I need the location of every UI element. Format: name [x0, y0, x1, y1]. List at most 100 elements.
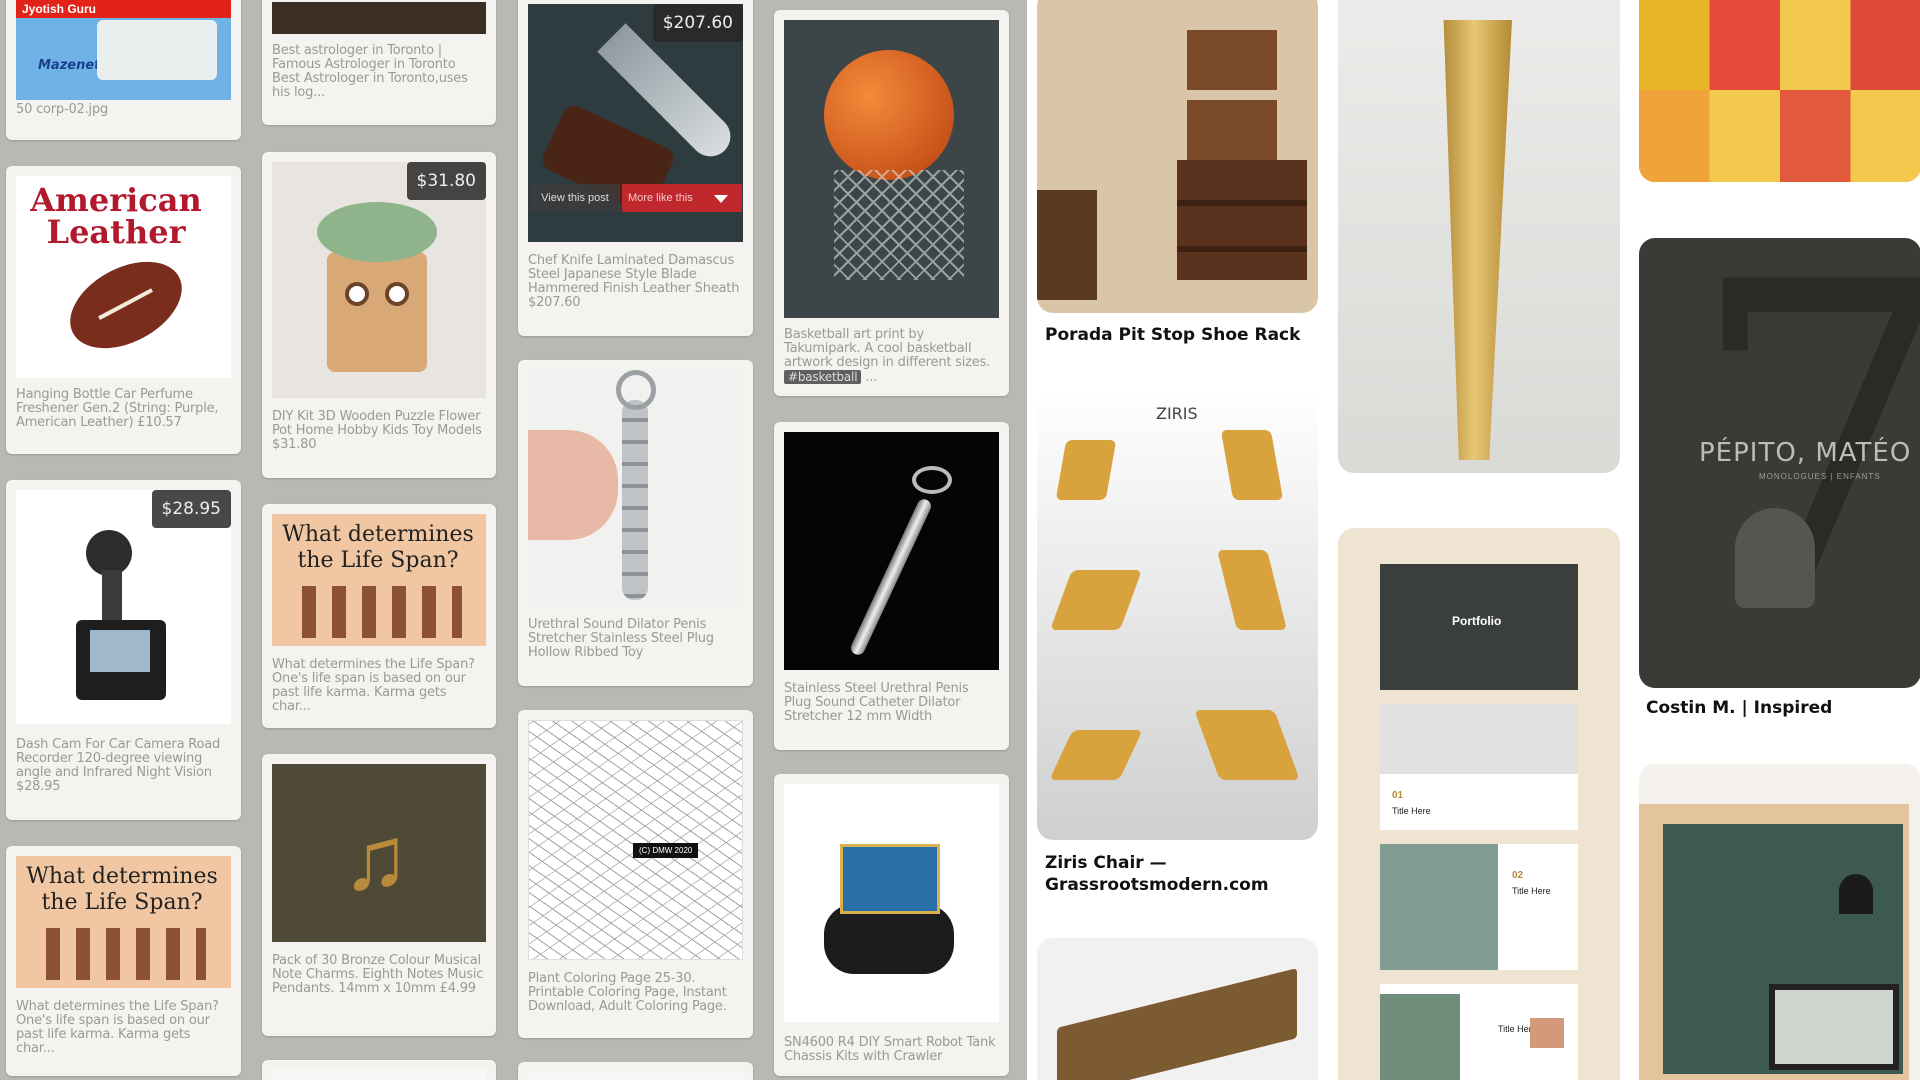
evolution-silhouettes — [46, 928, 206, 980]
pin-image — [784, 432, 999, 670]
pin-card[interactable]: Urethral Sound Dilator Penis Stretcher S… — [518, 360, 753, 686]
lamp-icon — [1839, 874, 1873, 914]
pin-image — [272, 1070, 486, 1080]
steel-rod-icon — [622, 400, 648, 600]
banner: Jyotish Guru — [16, 0, 231, 18]
laptop-icon — [1769, 984, 1899, 1070]
pin-card[interactable]: $31.80 DIY Kit 3D Wooden Puzzle Flower P… — [262, 152, 496, 478]
pin-image — [272, 2, 486, 34]
portfolio-slide: Portfolio — [1380, 564, 1578, 690]
pin-image — [528, 370, 743, 606]
chair-shape — [1037, 190, 1097, 300]
shoe-rack — [1177, 160, 1307, 280]
pin-image: Jyotish Guru Mazenet — [16, 0, 231, 100]
right-pin-board: Porada Pit Stop Shoe Rack ZIRIS Ziris Ch… — [1027, 0, 1920, 1080]
pin-card[interactable]: Best astrologer in Toronto | Famous Astr… — [262, 0, 496, 125]
more-like-this-button[interactable]: More like this — [622, 184, 742, 212]
pin-image: (C) DMW 2020 — [528, 720, 743, 960]
football-icon — [55, 244, 197, 366]
pin-title: Ziris Chair — Grassrootsmodern.com — [1045, 853, 1269, 895]
ziris-brand: ZIRIS — [1156, 404, 1198, 423]
slide-title: Title Here — [1512, 886, 1551, 896]
lifespan-title: What determines the Life Span? — [282, 522, 474, 573]
poster-subtitle: MONOLOGUES | ENFANTS — [1759, 472, 1881, 481]
pin-caption: 50 corp-02.jpg — [16, 102, 109, 117]
portrait-grid-row2 — [1639, 90, 1920, 182]
wall-shelf — [1187, 100, 1277, 160]
mazenet-logo: Mazenet — [38, 58, 101, 73]
pin-caption: Stainless Steel Urethral Penis Plug Soun… — [784, 681, 969, 724]
pin-card[interactable]: What determines the Life Span? What dete… — [262, 504, 496, 728]
pin-image — [784, 784, 999, 1022]
portfolio-slide: 01 Title Here — [1380, 704, 1578, 830]
pin-image[interactable] — [1037, 938, 1318, 1080]
ring-icon — [912, 466, 952, 494]
succulents — [317, 202, 437, 262]
chair-icon — [1055, 440, 1117, 500]
illustration — [97, 20, 217, 80]
pin-card[interactable]: $28.95 Dash Cam For Car Camera Road Reco… — [6, 480, 241, 820]
pin-caption: Plant Coloring Page 25-30. Printable Col… — [528, 971, 727, 1014]
robot-tank-icon — [824, 904, 954, 974]
pin-caption: Dash Cam For Car Camera Road Recorder 12… — [16, 737, 221, 794]
banner-text: Jyotish Guru — [22, 2, 97, 16]
ring-icon — [616, 370, 656, 410]
pin-image[interactable]: Portfolio 01 Title Here 02 Title Here Ti… — [1338, 528, 1620, 1080]
lifespan-title: What determines the Life Span? — [26, 864, 218, 915]
slide-number: 02 — [1512, 870, 1524, 881]
pin-image[interactable] — [1639, 764, 1920, 1080]
wooden-pot-icon — [327, 252, 427, 372]
pin-title: Costin M. | Inspired — [1646, 698, 1833, 718]
steel-plug-icon — [848, 497, 934, 657]
pin-caption: What determines the Life Span? One's lif… — [272, 657, 475, 714]
chair-icon — [1194, 710, 1300, 780]
pin-caption: Urethral Sound Dilator Penis Stretcher S… — [528, 617, 714, 660]
pin-image[interactable] — [1037, 0, 1318, 313]
leaf-pattern — [529, 721, 742, 959]
chair-icon — [1217, 550, 1287, 630]
american-leather-title: American Leather — [30, 181, 202, 251]
pin-caption: SN4600 R4 DIY Smart Robot Tank Chassis K… — [784, 1035, 996, 1064]
slide-title: Title Here — [1392, 806, 1431, 816]
robot-board — [840, 844, 940, 914]
pin-card[interactable]: SN4600 R4 DIY Smart Robot Tank Chassis K… — [774, 774, 1009, 1076]
pin-card[interactable]: Stainless Steel Urethral Penis Plug Soun… — [774, 422, 1009, 750]
pin-card[interactable]: What determines the Life Span? What dete… — [6, 846, 241, 1076]
elephant-shape — [1735, 508, 1815, 608]
chair-icon — [1050, 570, 1142, 630]
brass-vase — [1443, 20, 1512, 460]
pin-image — [528, 1072, 743, 1080]
pin-image[interactable] — [1338, 0, 1620, 473]
pin-card[interactable]: American Leather Hanging Bottle Car Perf… — [6, 166, 241, 454]
copyright-stamp: (C) DMW 2020 — [633, 843, 699, 858]
pin-caption: Basketball art print by Takumipark. A co… — [784, 327, 991, 385]
wall-shelf — [1187, 30, 1277, 90]
pin-card[interactable]: $207.60 View this post More like this Ch… — [518, 0, 753, 336]
slide-number: 01 — [1392, 790, 1404, 801]
hand-shape — [528, 430, 618, 540]
pin-card[interactable]: (C) DMW 2020 Plant Coloring Page 25-30. … — [518, 710, 753, 1038]
pin-image — [784, 20, 999, 318]
music-note-icon: ♫ — [342, 809, 410, 909]
hashtag-link[interactable]: #basketball — [784, 370, 862, 384]
basketball-icon — [824, 50, 954, 180]
pin-card[interactable]: Jyotish Guru Mazenet 50 corp-02.jpg — [6, 0, 241, 140]
pin-card[interactable] — [518, 1062, 753, 1080]
price-badge: $207.60 — [652, 4, 743, 42]
chair-icon — [1220, 430, 1284, 500]
pin-caption: What determines the Life Span? One's lif… — [16, 999, 219, 1056]
pin-card[interactable] — [262, 1060, 496, 1080]
evolution-silhouettes — [302, 586, 462, 638]
pin-image[interactable]: ZIRIS — [1037, 390, 1318, 840]
view-post-button[interactable]: View this post — [530, 184, 620, 212]
net — [834, 170, 964, 280]
price-badge: $28.95 — [151, 490, 231, 528]
pin-title: Porada Pit Stop Shoe Rack — [1045, 325, 1301, 345]
pin-image: What determines the Life Span? — [272, 514, 486, 646]
pin-image[interactable]: 7 PÉPITO, MATÉO MONOLOGUES | ENFANTS — [1639, 238, 1920, 688]
pin-card[interactable]: ♫ Pack of 30 Bronze Colour Musical Note … — [262, 754, 496, 1036]
poster-title: PÉPITO, MATÉO — [1699, 438, 1912, 468]
pin-card[interactable]: Basketball art print by Takumipark. A co… — [774, 10, 1009, 396]
pin-image[interactable] — [1639, 0, 1920, 182]
pin-caption: Hanging Bottle Car Perfume Freshener Gen… — [16, 387, 219, 430]
